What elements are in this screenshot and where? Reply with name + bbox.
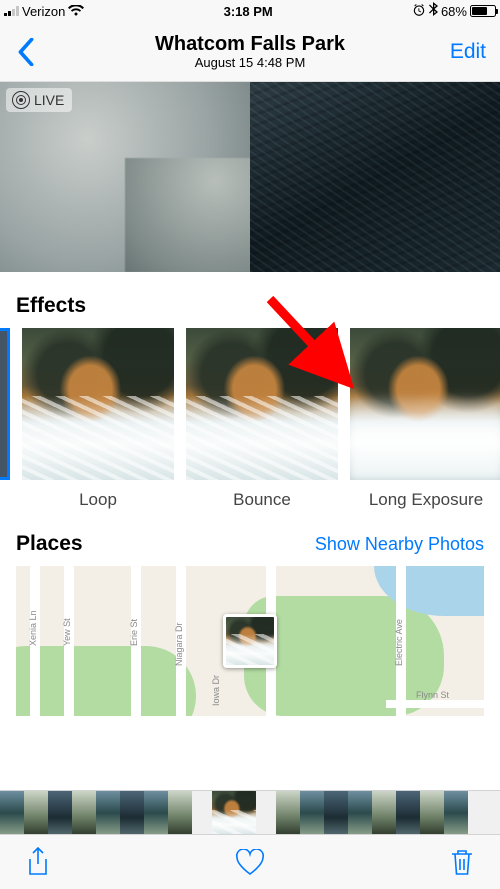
cell-signal-icon	[4, 6, 19, 16]
effect-label: Loop	[79, 490, 117, 510]
photo-thumb[interactable]	[48, 791, 72, 835]
photo-thumb[interactable]	[72, 791, 96, 835]
share-button[interactable]	[18, 842, 58, 882]
map-street-label: Erie St	[129, 619, 139, 646]
effect-item-loop[interactable]: Loop	[22, 328, 174, 510]
alarm-icon	[412, 3, 426, 20]
map-street-label: Electric Ave	[394, 619, 404, 666]
effect-label: Bounce	[233, 490, 291, 510]
delete-button[interactable]	[442, 842, 482, 882]
toolbar	[0, 834, 500, 889]
back-button[interactable]	[6, 32, 46, 72]
effect-item-long-exposure[interactable]: Long Exposure	[350, 328, 500, 510]
live-icon	[12, 91, 30, 109]
page-subtitle: August 15 4:48 PM	[0, 55, 500, 70]
map-street-label: Xenia Ln	[28, 610, 38, 646]
photo-thumb[interactable]	[420, 791, 444, 835]
bluetooth-icon	[429, 2, 438, 20]
map-street-label: Niagara Dr	[174, 622, 184, 666]
chevron-left-icon	[17, 38, 35, 66]
status-bar: Verizon 3:18 PM 68%	[0, 0, 500, 22]
photo-thumb[interactable]	[324, 791, 348, 835]
status-time: 3:18 PM	[224, 4, 273, 19]
photo-thumb[interactable]	[96, 791, 120, 835]
page-title: Whatcom Falls Park	[0, 33, 500, 55]
battery-icon	[470, 5, 496, 17]
photo-thumb[interactable]	[0, 791, 24, 835]
photo-thumb[interactable]	[168, 791, 192, 835]
photo-thumb[interactable]	[120, 791, 144, 835]
heart-icon	[235, 849, 265, 876]
share-icon	[26, 847, 50, 877]
photo-thumb[interactable]	[348, 791, 372, 835]
places-section: Places Show Nearby Photos Xenia Ln Yew S…	[0, 510, 500, 716]
live-label: LIVE	[34, 92, 64, 108]
effect-label: Long Exposure	[369, 490, 483, 510]
photo-thumb[interactable]	[24, 791, 48, 835]
effect-item-bounce[interactable]: Bounce	[186, 328, 338, 510]
battery-percent: 68%	[441, 4, 467, 19]
map-photo-pin[interactable]	[223, 614, 277, 668]
photo-thumbnail-strip[interactable]	[0, 790, 500, 834]
photo-hero[interactable]: LIVE	[0, 82, 500, 272]
photo-thumb[interactable]	[276, 791, 300, 835]
wifi-icon	[68, 5, 84, 17]
photo-thumb[interactable]	[444, 791, 468, 835]
edit-button[interactable]: Edit	[442, 40, 494, 64]
photo-thumb[interactable]	[372, 791, 396, 835]
effect-item-selected-sliver[interactable]	[0, 328, 10, 480]
photo-thumb-current[interactable]	[212, 791, 256, 835]
effects-strip[interactable]: Loop Bounce Long Exposure	[0, 328, 500, 510]
photo-thumb[interactable]	[144, 791, 168, 835]
effects-section: Effects Loop Bounce Long Exposure	[0, 272, 500, 510]
favorite-button[interactable]	[230, 842, 270, 882]
map-street-label: Flynn St	[416, 690, 449, 700]
show-nearby-photos-link[interactable]: Show Nearby Photos	[315, 534, 484, 555]
map-street-label: Iowa Dr	[211, 675, 221, 706]
places-heading: Places	[16, 532, 83, 556]
map-street-label: Yew St	[62, 618, 72, 646]
map[interactable]: Xenia Ln Yew St Erie St Niagara Dr Iowa …	[16, 566, 484, 716]
carrier-label: Verizon	[22, 4, 65, 19]
nav-bar: Whatcom Falls Park August 15 4:48 PM Edi…	[0, 22, 500, 82]
trash-icon	[450, 848, 474, 876]
effects-heading: Effects	[0, 294, 500, 328]
battery-fill	[472, 7, 487, 15]
photo-thumb[interactable]	[396, 791, 420, 835]
live-badge: LIVE	[6, 88, 72, 112]
photo-thumb[interactable]	[300, 791, 324, 835]
